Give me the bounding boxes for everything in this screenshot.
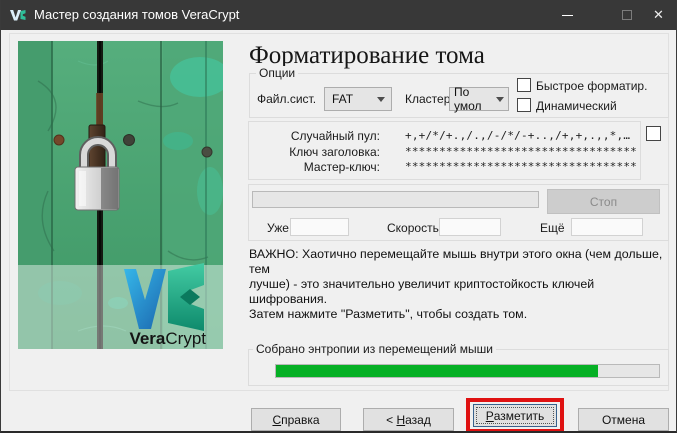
window-title: Мастер создания томов VeraCrypt: [34, 7, 240, 22]
cluster-value: По умол: [454, 85, 482, 113]
maximize-icon: [622, 10, 632, 20]
format-progress-bar: [252, 191, 539, 208]
notice-line: Затем нажмите "Разметить", чтобы создать…: [249, 307, 528, 321]
options-group-label: Опции: [256, 66, 299, 80]
done-label: Уже: [267, 221, 289, 235]
veracrypt-wizard-window: Мастер создания томов VeraCrypt ✕ VeraCr…: [0, 0, 677, 433]
highlight-annotation-box: Разметить: [466, 398, 564, 431]
filesystem-select[interactable]: FAT: [324, 87, 392, 111]
header-key-row: Ключ заголовка: ************************…: [249, 145, 640, 160]
master-key-value: ************************************: [405, 160, 637, 173]
show-pool-checkbox[interactable]: [646, 126, 661, 141]
svg-text:VeraCrypt: VeraCrypt: [129, 329, 206, 348]
minimize-icon: [561, 14, 573, 16]
veracrypt-door-image: VeraCrypt: [18, 41, 230, 349]
format-progress-group: Стоп Уже Скорость Ещё: [248, 184, 669, 241]
veracrypt-app-icon: [10, 10, 26, 21]
quick-format-label: Быстрое форматир.: [536, 79, 648, 93]
random-pool-group: Случайный пул: +,+/*/+.,/.,/-/*/-+..,/+,…: [248, 121, 641, 180]
quick-format-checkbox[interactable]: [517, 78, 531, 92]
options-group: Опции Файл.сист. FAT Кластер По умол Быс…: [249, 66, 669, 118]
cluster-label: Кластер: [405, 92, 451, 106]
filesystem-label: Файл.сист.: [257, 92, 317, 106]
format-button[interactable]: Разметить: [473, 404, 557, 427]
back-button[interactable]: < Назад: [363, 408, 454, 431]
left-field[interactable]: [571, 218, 643, 236]
master-key-row: Мастер-ключ: ***************************…: [249, 160, 640, 175]
master-key-label: Мастер-ключ:: [303, 160, 380, 174]
left-label: Ещё: [540, 221, 565, 235]
brand-vera: Vera: [129, 329, 165, 348]
random-pool-label: Случайный пул:: [290, 129, 380, 143]
help-button[interactable]: Справка: [251, 408, 341, 431]
speed-label: Скорость: [387, 221, 439, 235]
cluster-select[interactable]: По умол: [449, 85, 509, 113]
minimize-button[interactable]: [547, 0, 587, 30]
cancel-button[interactable]: Отмена: [578, 408, 669, 431]
header-key-value: ************************************: [405, 145, 637, 158]
entropy-progress-fill: [276, 365, 598, 377]
help-button-label: С: [272, 412, 282, 427]
entropy-group: Собрано энтропии из перемещений мыши: [248, 342, 669, 386]
close-button[interactable]: ✕: [639, 0, 676, 30]
chevron-down-icon: [496, 96, 504, 102]
dynamic-label: Динамический: [536, 99, 617, 113]
entropy-group-label: Собрано энтропии из перемещений мыши: [253, 342, 496, 356]
speed-field[interactable]: [439, 218, 501, 236]
random-pool-value: +,+/*/+.,/.,/-/*/-+..,/+,+,.,,*,…: [405, 129, 631, 142]
random-pool-row: Случайный пул: +,+/*/+.,/.,/-/*/-+..,/+,…: [249, 129, 640, 144]
header-key-label: Ключ заголовка:: [289, 145, 380, 159]
brand-crypt: Crypt: [165, 329, 206, 348]
close-icon: ✕: [653, 7, 664, 22]
back-button-label: Н: [396, 412, 406, 427]
title-bar[interactable]: Мастер создания томов VeraCrypt ✕: [1, 0, 676, 30]
important-notice: ВАЖНО: Хаотично перемещайте мышь внутри …: [249, 247, 673, 322]
format-button-label: Р: [485, 408, 494, 423]
entropy-progress-bar: [275, 364, 660, 378]
stop-button[interactable]: Стоп: [547, 189, 660, 214]
filesystem-value: FAT: [332, 92, 354, 106]
cancel-button-label: Отмена: [601, 412, 646, 427]
notice-line: ВАЖНО: Хаотично перемещайте мышь внутри …: [249, 247, 663, 276]
stop-button-label: Стоп: [589, 194, 618, 209]
chevron-down-icon: [377, 96, 385, 102]
dynamic-checkbox[interactable]: [517, 98, 531, 112]
done-field[interactable]: [290, 218, 349, 236]
notice-line: лучше) - это значительно увеличит крипто…: [249, 277, 595, 306]
